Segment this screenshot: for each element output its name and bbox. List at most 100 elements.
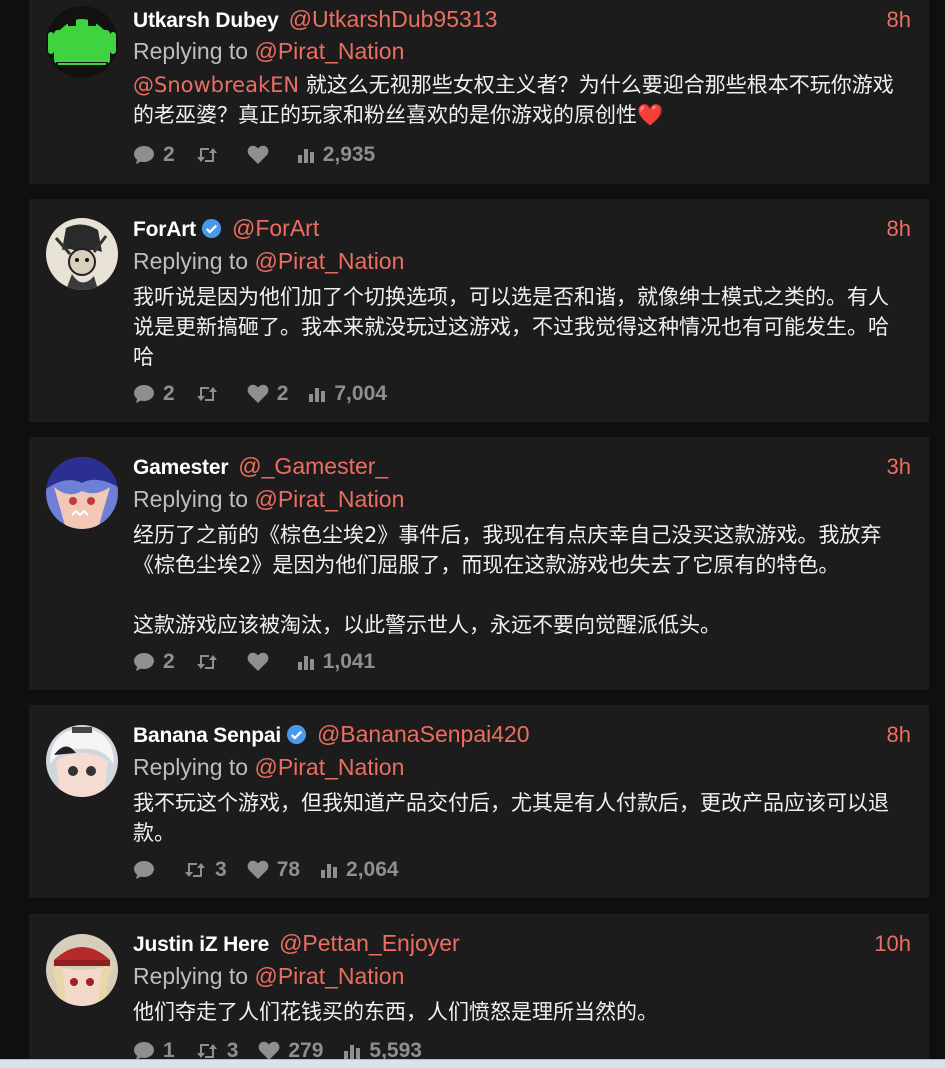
bar-chart-icon (309, 388, 326, 402)
avatar[interactable] (46, 934, 118, 1006)
reply-count: 2 (163, 650, 175, 673)
anime-character-avatar-icon (46, 725, 118, 797)
timestamp[interactable]: 8h (887, 216, 911, 242)
timestamp[interactable]: 3h (887, 454, 911, 480)
replying-to-handle[interactable]: @Pirat_Nation (254, 248, 404, 274)
replying-to-label: Replying to (133, 754, 249, 780)
anime-character-red-cap-avatar-icon (46, 934, 118, 1006)
retweet-button[interactable] (195, 385, 227, 403)
heart-icon (259, 1041, 280, 1060)
tweet-stats: 3 78 2,064 (133, 857, 419, 883)
tweet-header: ForArt @ForArt 8h (133, 215, 911, 245)
tweet-header: Gamester @_Gamester_ 3h (133, 453, 911, 483)
view-count: 7,004 (334, 382, 387, 405)
tweet-header: Utkarsh Dubey @UtkarshDub95313 8h (133, 6, 911, 36)
views-button[interactable]: 7,004 (308, 382, 387, 406)
replying-to-label: Replying to (133, 963, 249, 989)
heart-icon (247, 860, 269, 879)
retweet-icon (196, 655, 217, 669)
like-count: 2 (276, 382, 289, 405)
comment-icon (134, 653, 154, 671)
verified-badge-icon (286, 724, 306, 745)
replying-to-line: Replying to @Pirat_Nation (133, 963, 404, 990)
replying-to-line: Replying to @Pirat_Nation (133, 486, 404, 513)
tweet-card[interactable]: ForArt @ForArt 8h Replying to @Pirat_Nat… (29, 199, 929, 422)
retweet-icon (196, 387, 217, 401)
comment-icon (134, 146, 154, 164)
tweet-text: 我听说是因为他们加了个切换选项，可以选是否和谐，就像绅士模式之类的。有人说是更新… (133, 285, 889, 369)
tweet-header: Banana Senpai @BananaSenpai420 8h (133, 721, 911, 751)
retweet-icon (196, 1044, 217, 1058)
tweet-card[interactable]: Utkarsh Dubey @UtkarshDub95313 8h Replyi… (29, 0, 929, 184)
android-robot-icon (46, 6, 118, 78)
heart-icon (247, 652, 269, 671)
timestamp[interactable]: 10h (874, 931, 911, 957)
reply-button[interactable]: 2 (133, 143, 175, 167)
retweet-button[interactable]: 3 (183, 858, 227, 882)
heart-icon (247, 145, 269, 164)
views-button[interactable]: 2,064 (320, 858, 399, 882)
tweet-text: 他们夺走了人们花钱买的东西，人们愤怒是理所当然的。 (133, 1000, 658, 1024)
timestamp[interactable]: 8h (887, 7, 911, 33)
tweet-text: @SnowbreakEN 就这么无视那些女权主义者？为什么要迎合那些根本不玩你游… (133, 70, 907, 130)
verified-badge-icon (201, 218, 222, 239)
bar-chart-icon (344, 1045, 361, 1059)
replying-to-handle[interactable]: @Pirat_Nation (254, 754, 404, 780)
tweet-stats: 2 2,935 (133, 142, 395, 168)
user-handle[interactable]: @Pettan_Enjoyer (279, 930, 460, 957)
reply-count: 2 (163, 382, 175, 405)
user-handle[interactable]: @BananaSenpai420 (317, 721, 530, 748)
replying-to-handle[interactable]: @Pirat_Nation (254, 963, 404, 989)
bar-chart-icon (321, 864, 338, 878)
display-name[interactable]: ForArt (133, 218, 196, 242)
like-button[interactable] (247, 652, 277, 672)
reply-button[interactable]: 2 (133, 650, 175, 674)
replying-to-handle[interactable]: @Pirat_Nation (254, 38, 404, 64)
user-handle[interactable]: @ForArt (232, 215, 319, 242)
user-handle[interactable]: @UtkarshDub95313 (289, 6, 498, 33)
tweet-text: 我不玩这个游戏，但我知道产品交付后，尤其是有人付款后，更改产品应该可以退款。 (133, 791, 889, 845)
comment-icon (134, 1042, 154, 1060)
replying-to-label: Replying to (133, 248, 249, 274)
like-count: 78 (276, 858, 301, 881)
retweet-button[interactable] (195, 146, 227, 164)
avatar[interactable] (46, 457, 118, 529)
views-button[interactable]: 2,935 (297, 143, 375, 167)
replying-to-handle[interactable]: @Pirat_Nation (254, 486, 404, 512)
bar-chart-icon (297, 149, 314, 163)
avatar[interactable] (46, 725, 118, 797)
reply-button[interactable] (133, 860, 163, 880)
like-button[interactable]: 78 (247, 858, 300, 882)
timestamp[interactable]: 8h (887, 722, 911, 748)
reply-button[interactable]: 2 (133, 382, 175, 406)
anime-character-avatar-icon (46, 457, 118, 529)
replying-to-label: Replying to (133, 486, 249, 512)
view-count: 2,064 (346, 858, 399, 881)
tweet-card[interactable]: Gamester @_Gamester_ 3h Replying to @Pir… (29, 437, 929, 690)
reply-count: 2 (163, 143, 175, 166)
display-name[interactable]: Banana Senpai (133, 724, 281, 748)
avatar[interactable] (46, 6, 118, 78)
tweet-card[interactable]: Justin iZ Here @Pettan_Enjoyer 10h Reply… (29, 914, 929, 1068)
view-count: 1,041 (322, 650, 376, 673)
tweet-feed: Utkarsh Dubey @UtkarshDub95313 8h Replyi… (0, 0, 945, 1068)
like-button[interactable]: 2 (247, 382, 289, 406)
display-name[interactable]: Justin iZ Here (133, 933, 269, 957)
retweet-count: 3 (215, 858, 227, 881)
replying-to-line: Replying to @Pirat_Nation (133, 38, 404, 65)
retweet-button[interactable] (195, 653, 227, 671)
avatar[interactable] (46, 218, 118, 290)
display-name[interactable]: Utkarsh Dubey (133, 9, 279, 33)
like-button[interactable] (247, 145, 277, 165)
views-button[interactable]: 1,041 (297, 650, 376, 674)
tweet-card[interactable]: Banana Senpai @BananaSenpai420 8h Replyi… (29, 705, 929, 898)
bar-chart-icon (297, 656, 314, 670)
bottom-edge-bar (0, 1059, 945, 1068)
user-handle[interactable]: @_Gamester_ (238, 453, 388, 480)
display-name[interactable]: Gamester (133, 456, 228, 480)
mention-link[interactable]: @SnowbreakEN (133, 73, 299, 97)
replying-to-line: Replying to @Pirat_Nation (133, 754, 404, 781)
heart-emoji: ❤️ (637, 103, 664, 127)
replying-to-label: Replying to (133, 38, 249, 64)
retweet-icon (185, 863, 205, 877)
